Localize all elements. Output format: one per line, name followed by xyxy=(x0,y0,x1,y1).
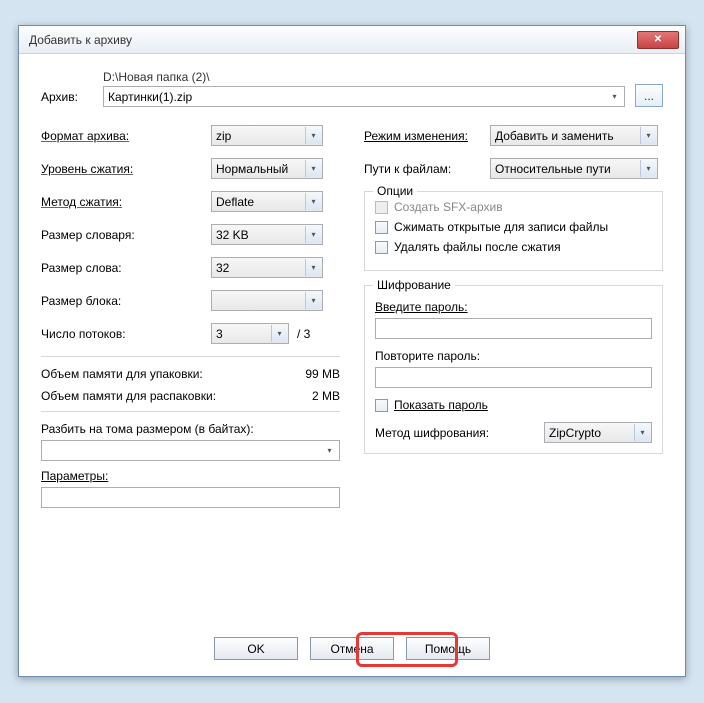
chevron-down-icon: ▾ xyxy=(640,127,656,144)
titlebar: Добавить к архиву ✕ xyxy=(19,26,685,54)
split-volumes-input[interactable]: ▾ xyxy=(41,440,340,461)
browse-button[interactable]: ... xyxy=(635,84,663,107)
divider xyxy=(41,356,340,357)
split-label: Разбить на тома размером (в байтах): xyxy=(41,422,340,436)
params-label: Параметры: xyxy=(41,469,340,483)
divider xyxy=(41,411,340,412)
chevron-down-icon: ▾ xyxy=(305,292,321,309)
archive-filename-select[interactable]: Картинки(1).zip ▾ xyxy=(103,86,625,107)
threads-select[interactable]: 3▾ xyxy=(211,323,289,344)
mem-unpack-value: 2 MB xyxy=(280,389,340,403)
level-label: Уровень сжатия: xyxy=(41,162,211,176)
archive-main: D:\Новая папка (2)\ Картинки(1).zip ▾ xyxy=(103,70,625,107)
compress-open-checkbox[interactable] xyxy=(375,221,388,234)
chevron-down-icon: ▾ xyxy=(305,127,321,144)
update-mode-select[interactable]: Добавить и заменить▾ xyxy=(490,125,658,146)
chevron-down-icon: ▾ xyxy=(305,259,321,276)
dialog-window: Добавить к архиву ✕ Архив: D:\Новая папк… xyxy=(18,25,686,677)
show-password-checkbox[interactable] xyxy=(375,399,388,412)
block-size-select[interactable]: ▾ xyxy=(211,290,323,311)
threads-label: Число потоков: xyxy=(41,327,211,341)
update-mode-label: Режим изменения: xyxy=(364,129,490,143)
paths-label: Пути к файлам: xyxy=(364,162,490,176)
threads-max: / 3 xyxy=(297,327,310,341)
dict-label: Размер словаря: xyxy=(41,228,211,242)
method-label: Метод сжатия: xyxy=(41,195,211,209)
show-password-label: Показать пароль xyxy=(394,398,488,412)
chevron-down-icon: ▾ xyxy=(305,193,321,210)
left-column: Формат архива:zip▾ Уровень сжатия:Нормал… xyxy=(41,125,340,508)
format-label: Формат архива: xyxy=(41,129,211,143)
ok-button[interactable]: OK xyxy=(214,637,298,660)
delete-after-checkbox[interactable] xyxy=(375,241,388,254)
chevron-down-icon: ▾ xyxy=(322,443,337,458)
archive-filename: Картинки(1).zip xyxy=(108,90,192,104)
encryption-legend: Шифрование xyxy=(373,278,455,292)
sfx-checkbox xyxy=(375,201,388,214)
sfx-label: Создать SFX-архив xyxy=(394,200,503,214)
archive-label: Архив: xyxy=(41,90,93,107)
parameters-input[interactable] xyxy=(41,487,340,508)
repeat-password-label: Повторите пароль: xyxy=(375,349,652,363)
chevron-down-icon: ▾ xyxy=(271,325,287,342)
dictionary-size-select[interactable]: 32 KB▾ xyxy=(211,224,323,245)
cancel-button[interactable]: Отмена xyxy=(310,637,394,660)
chevron-down-icon: ▾ xyxy=(634,424,650,441)
window-title: Добавить к архиву xyxy=(29,33,637,47)
path-mode-select[interactable]: Относительные пути▾ xyxy=(490,158,658,179)
word-label: Размер слова: xyxy=(41,261,211,275)
word-size-select[interactable]: 32▾ xyxy=(211,257,323,278)
password-input[interactable] xyxy=(375,318,652,339)
mem-pack-value: 99 MB xyxy=(280,367,340,381)
mem-pack-label: Объем памяти для упаковки: xyxy=(41,367,280,381)
encryption-method-select[interactable]: ZipCrypto▾ xyxy=(544,422,652,443)
right-column: Режим изменения:Добавить и заменить▾ Пут… xyxy=(364,125,663,508)
button-row: OK Отмена Помощь xyxy=(19,637,685,660)
encryption-method-label: Метод шифрования: xyxy=(375,426,544,440)
chevron-down-icon: ▾ xyxy=(305,160,321,177)
compress-open-label: Сжимать открытые для записи файлы xyxy=(394,220,608,234)
help-button[interactable]: Помощь xyxy=(406,637,490,660)
options-legend: Опции xyxy=(373,184,417,198)
encryption-fieldset: Шифрование Введите пароль: Повторите пар… xyxy=(364,285,663,454)
archive-format-select[interactable]: zip▾ xyxy=(211,125,323,146)
archive-row: Архив: D:\Новая папка (2)\ Картинки(1).z… xyxy=(41,70,663,107)
compression-method-select[interactable]: Deflate▾ xyxy=(211,191,323,212)
options-fieldset: Опции Создать SFX-архив Сжимать открытые… xyxy=(364,191,663,271)
mem-unpack-label: Объем памяти для распаковки: xyxy=(41,389,280,403)
block-label: Размер блока: xyxy=(41,294,211,308)
close-button[interactable]: ✕ xyxy=(637,31,679,49)
chevron-down-icon: ▾ xyxy=(305,226,321,243)
repeat-password-input[interactable] xyxy=(375,367,652,388)
content-area: Архив: D:\Новая папка (2)\ Картинки(1).z… xyxy=(19,54,685,520)
chevron-down-icon: ▾ xyxy=(607,89,622,104)
enter-password-label: Введите пароль: xyxy=(375,300,652,314)
compression-level-select[interactable]: Нормальный▾ xyxy=(211,158,323,179)
delete-after-label: Удалять файлы после сжатия xyxy=(394,240,561,254)
columns: Формат архива:zip▾ Уровень сжатия:Нормал… xyxy=(41,125,663,508)
archive-path: D:\Новая папка (2)\ xyxy=(103,70,625,84)
chevron-down-icon: ▾ xyxy=(640,160,656,177)
